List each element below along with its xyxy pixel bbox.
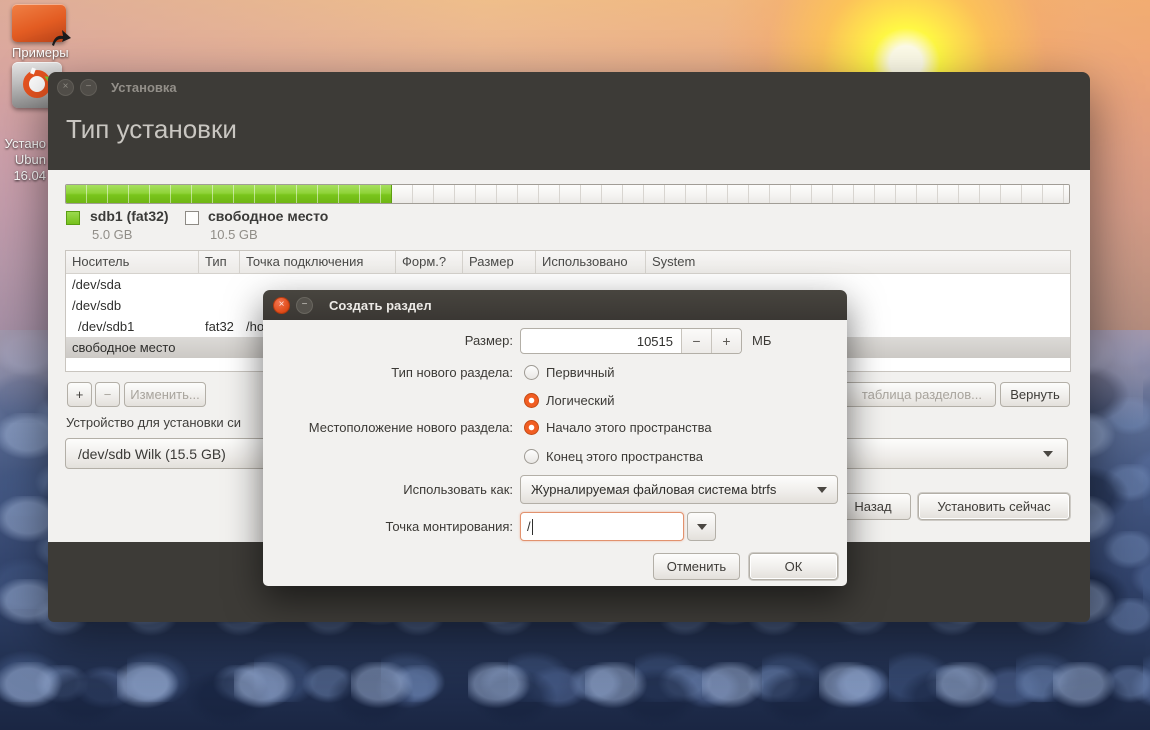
size-increment-button[interactable]: +: [711, 329, 741, 353]
legend-size-sdb1: 5.0 GB: [92, 227, 133, 242]
page-title: Тип установки: [66, 114, 237, 144]
column-header-size[interactable]: Размер: [463, 251, 536, 273]
mount-point-label: Точка монтирования:: [385, 519, 513, 534]
boot-device-label: Устройство для установки си: [66, 415, 241, 430]
window-minimize-button[interactable]: −: [80, 78, 97, 96]
legend-swatch-free: [185, 211, 199, 225]
radio-logical[interactable]: [524, 393, 539, 408]
legend-label-free: свободное место: [208, 208, 329, 224]
column-header-device[interactable]: Носитель: [66, 251, 199, 273]
size-value[interactable]: 10515: [521, 329, 681, 353]
chevron-down-icon: [817, 486, 827, 493]
column-header-format[interactable]: Форм.?: [396, 251, 463, 273]
column-header-system[interactable]: System: [646, 251, 1070, 273]
legend-label-sdb1: sdb1 (fat32): [90, 208, 169, 224]
create-partition-dialog: × − Создать раздел Размер: 10515 − + МБ …: [263, 290, 847, 586]
ok-button[interactable]: ОК: [749, 553, 838, 580]
column-header-type[interactable]: Тип: [199, 251, 240, 273]
window-title: Установка: [111, 79, 177, 95]
radio-beginning[interactable]: [524, 420, 539, 435]
install-now-button[interactable]: Установить сейчас: [918, 493, 1070, 520]
size-decrement-button[interactable]: −: [681, 329, 711, 353]
mount-point-value: /: [527, 519, 531, 534]
installer-titlebar[interactable]: × − Установка: [48, 72, 1090, 102]
dialog-close-button[interactable]: ×: [273, 296, 290, 314]
mount-point-input[interactable]: /: [520, 512, 684, 541]
boot-device-value: /dev/sdb Wilk (15.5 GB): [78, 445, 226, 462]
remove-partition-button[interactable]: −: [95, 382, 120, 407]
radio-primary-label[interactable]: Первичный: [546, 365, 615, 380]
shortcut-arrow-icon: [52, 30, 71, 46]
partition-bar: [65, 184, 1070, 204]
column-header-used[interactable]: Использовано: [536, 251, 646, 273]
partition-bar-sdb1: [66, 185, 392, 203]
partition-table-header: Носитель Тип Точка подключения Форм.? Ра…: [66, 251, 1070, 274]
location-label: Местоположение нового раздела:: [308, 420, 513, 435]
chevron-down-icon: [1043, 450, 1053, 457]
legend-swatch-sdb1: [66, 211, 80, 225]
installer-label: Устано Ubun 16.04: [4, 136, 46, 183]
use-as-value: Журналируемая файловая система btrfs: [531, 482, 777, 497]
desktop-icon-examples[interactable]: Примеры: [12, 4, 71, 60]
radio-end-label[interactable]: Конец этого пространства: [546, 449, 703, 464]
text-cursor: [531, 518, 533, 535]
partition-type-label: Тип нового раздела:: [391, 365, 513, 380]
dialog-title: Создать раздел: [329, 297, 432, 313]
change-partition-button[interactable]: Изменить...: [124, 382, 206, 407]
use-as-combo[interactable]: Журналируемая файловая система btrfs: [520, 475, 838, 504]
size-spinbox[interactable]: 10515 − +: [520, 328, 742, 354]
partition-bar-free: [392, 185, 1069, 203]
dialog-minimize-button[interactable]: −: [296, 296, 313, 314]
column-header-mountpoint[interactable]: Точка подключения: [240, 251, 396, 273]
dialog-titlebar[interactable]: × − Создать раздел: [263, 290, 847, 320]
examples-folder-icon: [12, 4, 71, 46]
radio-logical-label[interactable]: Логический: [546, 393, 614, 408]
mount-point-dropdown-button[interactable]: [687, 512, 716, 541]
add-partition-button[interactable]: +: [67, 382, 92, 407]
use-as-label: Использовать как:: [403, 482, 513, 497]
size-unit-label: МБ: [752, 333, 772, 348]
cancel-button[interactable]: Отменить: [653, 553, 740, 580]
revert-button[interactable]: Вернуть: [1000, 382, 1070, 407]
window-close-button[interactable]: ×: [57, 78, 74, 96]
radio-beginning-label[interactable]: Начало этого пространства: [546, 420, 712, 435]
radio-primary[interactable]: [524, 365, 539, 380]
desktop: Примеры Устано Ubun 16.04 × − Установка …: [0, 0, 1150, 730]
legend-size-free: 10.5 GB: [210, 227, 258, 242]
chevron-down-icon: [696, 523, 707, 530]
size-label: Размер:: [464, 333, 513, 348]
radio-end[interactable]: [524, 449, 539, 464]
